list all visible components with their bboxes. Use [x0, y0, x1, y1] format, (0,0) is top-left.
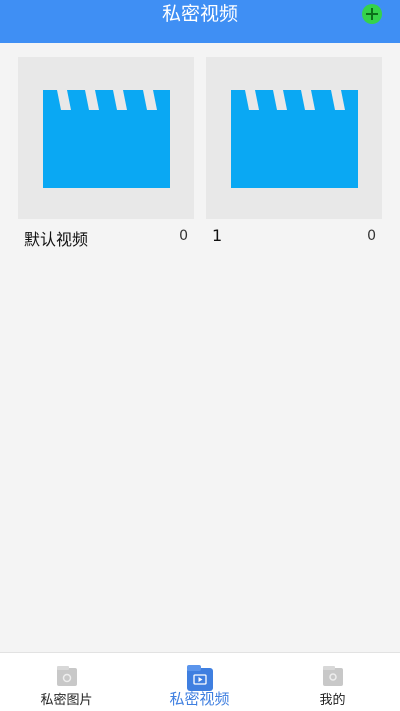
album-count: 0 — [367, 228, 376, 244]
add-album-button[interactable] — [362, 4, 382, 24]
tab-label: 我的 — [319, 693, 346, 708]
picture-folder-icon — [56, 666, 77, 686]
top-bar: 私密视频 — [0, 0, 400, 43]
page-title: 私密视频 — [161, 3, 238, 25]
album-card[interactable]: 默认视频 0 — [18, 57, 194, 249]
album-thumbnail — [206, 57, 382, 219]
album-name: 默认视频 — [24, 230, 89, 249]
tab-private-pictures[interactable]: 私密图片 — [0, 653, 133, 711]
tab-mine[interactable]: 我的 — [266, 653, 399, 711]
bottom-tab-bar: 私密图片 私密视频 我的 — [0, 652, 400, 711]
clapperboard-icon — [43, 90, 170, 188]
album-thumbnail — [18, 57, 194, 219]
profile-folder-icon — [322, 666, 343, 686]
clapperboard-icon — [231, 90, 358, 188]
tab-private-videos[interactable]: 私密视频 — [133, 653, 266, 711]
tab-label: 私密视频 — [169, 690, 230, 708]
album-count: 0 — [179, 228, 188, 244]
album-name: 1 — [212, 226, 223, 245]
tab-label: 私密图片 — [40, 693, 93, 708]
album-card[interactable]: 1 0 — [206, 57, 382, 245]
